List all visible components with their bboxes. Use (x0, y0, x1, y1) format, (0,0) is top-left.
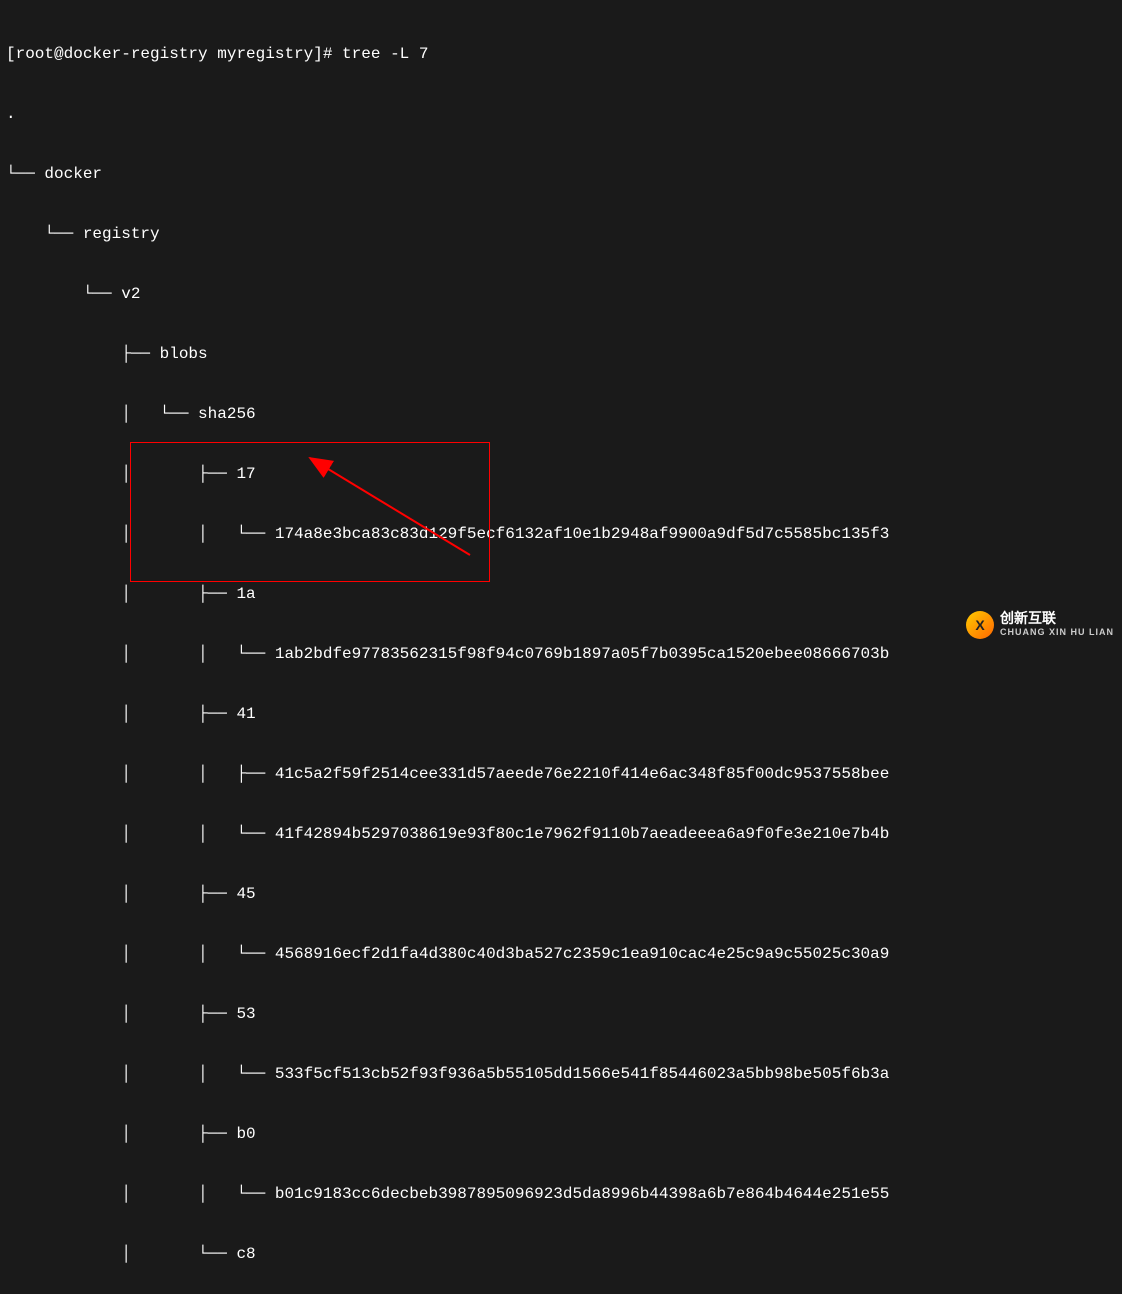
line-text: │ │ ├── 41c5a2f59f2514cee331d57aeede76e2… (6, 764, 889, 784)
line-text: . (6, 104, 16, 124)
tree-line: │ │ └── 533f5cf513cb52f93f936a5b55105dd1… (6, 1064, 1116, 1084)
tree-line: │ │ └── 1ab2bdfe97783562315f98f94c0769b1… (6, 644, 1116, 664)
line-text: │ ├── 41 (6, 704, 256, 724)
tree-line: └── v2 (6, 284, 1116, 304)
line-text: └── v2 (6, 284, 140, 304)
line-text: [root@docker-registry myregistry]# tree … (6, 44, 428, 64)
line-text: │ │ └── 41f42894b5297038619e93f80c1e7962… (6, 824, 889, 844)
line-text: │ └── sha256 (6, 404, 256, 424)
line-text: │ │ └── b01c9183cc6decbeb3987895096923d5… (6, 1184, 889, 1204)
line-text: │ └── c8 (6, 1244, 256, 1264)
terminal-output: [root@docker-registry myregistry]# tree … (0, 0, 1122, 1294)
line-text: │ ├── 53 (6, 1004, 256, 1024)
tree-line: │ └── c8 (6, 1244, 1116, 1264)
tree-line: │ ├── 41 (6, 704, 1116, 724)
tree-line: │ │ └── 174a8e3bca83c83d129f5ecf6132af10… (6, 524, 1116, 544)
line-text: │ │ └── 1ab2bdfe97783562315f98f94c0769b1… (6, 644, 889, 664)
line-text: │ ├── 1a (6, 584, 256, 604)
tree-line: │ │ └── b01c9183cc6decbeb3987895096923d5… (6, 1184, 1116, 1204)
line-text: └── registry (6, 224, 160, 244)
tree-line: │ ├── 1a (6, 584, 1116, 604)
tree-line: │ │ └── 41f42894b5297038619e93f80c1e7962… (6, 824, 1116, 844)
line-text: │ ├── b0 (6, 1124, 256, 1144)
line-text: │ │ └── 174a8e3bca83c83d129f5ecf6132af10… (6, 524, 889, 544)
line-text: ├── blobs (6, 344, 208, 364)
tree-line: │ ├── 17 (6, 464, 1116, 484)
tree-line: └── docker (6, 164, 1116, 184)
line-text: │ │ └── 4568916ecf2d1fa4d380c40d3ba527c2… (6, 944, 889, 964)
tree-line: ├── blobs (6, 344, 1116, 364)
line-text: │ │ └── 533f5cf513cb52f93f936a5b55105dd1… (6, 1064, 889, 1084)
tree-line: │ ├── 45 (6, 884, 1116, 904)
tree-line: │ │ ├── 41c5a2f59f2514cee331d57aeede76e2… (6, 764, 1116, 784)
prompt-line: [root@docker-registry myregistry]# tree … (6, 44, 1116, 64)
tree-line: │ │ └── 4568916ecf2d1fa4d380c40d3ba527c2… (6, 944, 1116, 964)
tree-line: │ └── sha256 (6, 404, 1116, 424)
tree-line: │ ├── b0 (6, 1124, 1116, 1144)
line-text: │ ├── 45 (6, 884, 256, 904)
line-text: └── docker (6, 164, 102, 184)
line-text: │ ├── 17 (6, 464, 256, 484)
tree-line: │ ├── 53 (6, 1004, 1116, 1024)
tree-line: └── registry (6, 224, 1116, 244)
tree-line: . (6, 104, 1116, 124)
